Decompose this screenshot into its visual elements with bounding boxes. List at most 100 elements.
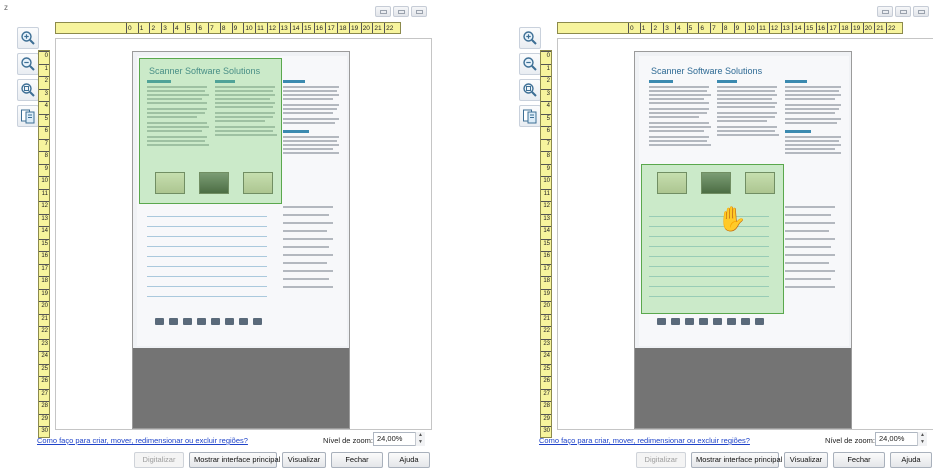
horizontal-ruler: 0 1 2 3 4 5 6 7 8 9 10 11 12 13 14 15 16 17 18 19 20 21 22	[557, 22, 903, 34]
table-line	[147, 266, 267, 267]
ruler-tick: 7	[39, 138, 49, 152]
doc-text	[785, 214, 831, 216]
ruler-tick: 19	[850, 23, 863, 33]
ruler-tick: 10	[243, 23, 255, 33]
ruler-tick: 8	[541, 151, 551, 164]
help-button[interactable]: Ajuda	[388, 452, 430, 468]
maximize-icon	[398, 10, 405, 14]
zoom-out-button[interactable]	[519, 53, 541, 75]
ruler-tick: 20	[39, 301, 49, 314]
scan-button[interactable]: Digitalizar	[636, 452, 686, 468]
ruler-tick: 22	[541, 326, 551, 339]
logo	[685, 318, 694, 325]
scan-button[interactable]: Digitalizar	[134, 452, 184, 468]
pages-icon	[21, 109, 35, 124]
document-title: Scanner Software Solutions	[651, 66, 763, 76]
doc-text	[283, 140, 337, 142]
scan-region[interactable]	[139, 58, 282, 204]
ruler-tick: 20	[541, 301, 551, 314]
doc-text	[717, 120, 767, 122]
doc-text	[649, 130, 704, 132]
scan-preview-window-left: z 0 1 2 3 4 5 6 7 8 9 10 11 12 13 14 15 16 17 18 19 20 21 22 0…	[0, 0, 432, 470]
scan-region[interactable]	[641, 164, 784, 314]
doc-text	[785, 108, 839, 110]
preview-area[interactable]: Scanner Software Solutions	[557, 38, 933, 430]
horizontal-ruler: 0 1 2 3 4 5 6 7 8 9 10 11 12 13 14 15 16 17 18 19 20 21 22	[55, 22, 401, 34]
ruler-tick: 14	[290, 23, 302, 33]
ruler-tick: 21	[372, 23, 384, 33]
doc-text	[649, 112, 707, 114]
ruler-tick: 13	[780, 23, 793, 33]
close-button[interactable]: Fechar	[331, 452, 383, 468]
zoom-in-button[interactable]	[17, 27, 39, 49]
table-line	[147, 276, 267, 277]
ruler-tick: 2	[651, 23, 663, 33]
ruler-tick: 21	[39, 313, 49, 327]
logo	[755, 318, 764, 325]
fit-page-button[interactable]	[519, 79, 541, 101]
ruler-tick: 10	[745, 23, 757, 33]
zoom-spinner[interactable]: ▲ ▼	[415, 432, 425, 446]
maximize-button[interactable]	[393, 6, 409, 17]
zoom-out-button[interactable]	[17, 53, 39, 75]
ruler-tick: 4	[39, 101, 49, 114]
help-regions-link[interactable]: Como faço para criar, mover, redimension…	[539, 436, 750, 445]
help-button[interactable]: Ajuda	[890, 452, 932, 468]
maximize-icon	[900, 10, 907, 14]
doc-text	[785, 246, 831, 248]
show-main-interface-button[interactable]: Mostrar interface principal	[189, 452, 280, 468]
ruler-tick: 11	[541, 188, 551, 202]
minimize-button[interactable]	[877, 6, 893, 17]
maximize-button[interactable]	[895, 6, 911, 17]
close-button[interactable]: Fechar	[833, 452, 885, 468]
ruler-tick: 3	[161, 23, 173, 33]
logo	[699, 318, 708, 325]
table-line	[147, 246, 267, 247]
help-regions-link[interactable]: Como faço para criar, mover, redimension…	[37, 436, 248, 445]
ruler-tick: 17	[541, 263, 551, 277]
fit-page-button[interactable]	[17, 79, 39, 101]
zoom-in-button[interactable]	[519, 27, 541, 49]
ruler-tick: 2	[149, 23, 161, 33]
ruler-tick: 5	[39, 113, 49, 127]
minimize-button[interactable]	[375, 6, 391, 17]
ruler-tick: 12	[39, 201, 49, 214]
ruler-tick: 26	[541, 376, 551, 389]
table-line	[147, 226, 267, 227]
doc-text	[649, 136, 709, 138]
ruler-tick: 7	[208, 23, 220, 33]
window-controls	[877, 6, 929, 17]
ruler-tick: 4	[674, 23, 687, 33]
pages-button[interactable]	[519, 105, 541, 127]
doc-text	[785, 144, 841, 146]
doc-text	[717, 86, 777, 88]
hand-cursor-icon: ✋	[717, 206, 747, 233]
doc-text	[649, 116, 699, 118]
close-icon	[918, 10, 925, 14]
vertical-ruler: 0 1 2 3 4 5 6 7 8 9 10 11 12 13 14 15 16 17 18 19 20 21 22 23 24…	[540, 50, 552, 438]
preview-button[interactable]: Visualizar	[784, 452, 828, 468]
ruler-tick: 2	[39, 76, 49, 89]
table-line	[147, 296, 267, 297]
preview-area[interactable]: Scanner Software Solutions	[55, 38, 432, 430]
preview-button[interactable]: Visualizar	[282, 452, 326, 468]
doc-text	[785, 136, 841, 138]
pages-button[interactable]	[17, 105, 39, 127]
doc-text	[283, 118, 339, 120]
show-main-interface-button[interactable]: Mostrar interface principal	[691, 452, 782, 468]
scan-preview-window-right: 0 1 2 3 4 5 6 7 8 9 10 11 12 13 14 15 16 17 18 19 20 21 22 012…	[502, 0, 933, 470]
doc-text	[649, 102, 709, 104]
close-window-button[interactable]	[913, 6, 929, 17]
doc-text	[785, 286, 835, 288]
doc-text	[717, 90, 775, 92]
doc-text	[785, 90, 839, 92]
ruler-tick: 7	[541, 138, 551, 152]
close-window-button[interactable]	[411, 6, 427, 17]
zoom-spinner[interactable]: ▲ ▼	[917, 432, 927, 446]
ruler-tick: 0	[541, 51, 551, 64]
logo	[211, 318, 220, 325]
ruler-tick: 9	[733, 23, 746, 33]
doc-text	[785, 254, 835, 256]
doc-text	[717, 126, 777, 128]
doc-text	[649, 90, 707, 92]
